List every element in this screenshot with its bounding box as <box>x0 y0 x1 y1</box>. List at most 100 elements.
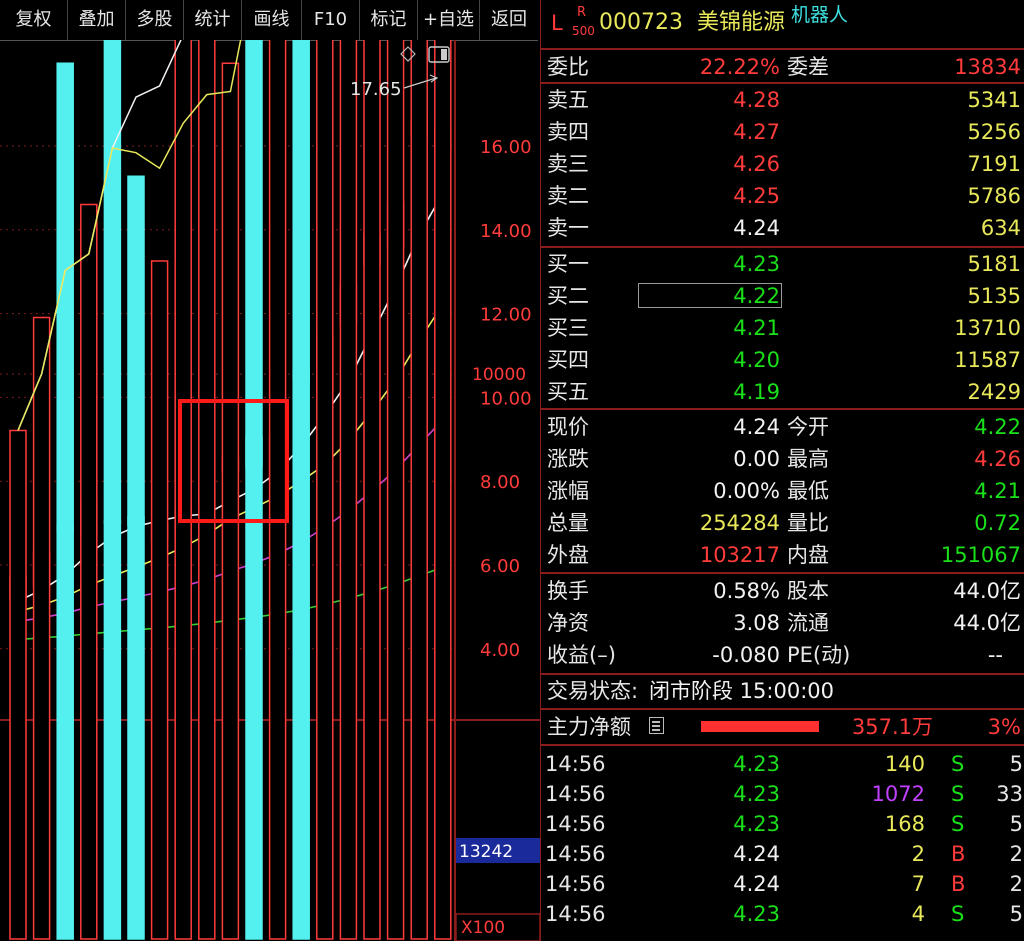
bid-label: 买三 <box>547 316 589 340</box>
tick-volume: 140 <box>884 752 925 776</box>
ask-row[interactable]: 卖二 4.25 5786 <box>541 180 1024 212</box>
tick-side: B <box>951 872 966 896</box>
net-assets-value: 3.08 <box>733 611 780 635</box>
change-label: 涨跌 <box>547 447 589 471</box>
statistics-button[interactable]: 统计 <box>184 0 242 40</box>
tick-time: 14:56 <box>545 782 606 806</box>
bid-row[interactable]: 买四 4.20 11587 <box>541 344 1024 376</box>
tick-volume: 4 <box>911 902 925 926</box>
trade-status-label: 交易状态: <box>547 679 639 703</box>
bid-row[interactable]: 买三 4.21 13710 <box>541 312 1024 344</box>
mark-button[interactable]: 标记 <box>360 0 418 40</box>
ratio-label: 委比 <box>547 55 589 79</box>
back-button[interactable]: 返回 <box>480 0 538 40</box>
capital-flow-label: 主力净额 <box>547 715 631 739</box>
tick-time: 14:56 <box>545 872 606 896</box>
kline-chart[interactable]: 16.00 14.00 12.00 10.00 8.00 6.00 4.00 3000020… <box>0 40 540 941</box>
price-axis-labels: 16.00 14.00 12.00 10.00 8.00 6.00 4.00 <box>480 137 532 661</box>
tick-row: 14:56 4.24 2 B 2 <box>541 839 1024 869</box>
inner-volume-value: 151067 <box>940 543 1021 567</box>
volume-unit-label: X100 <box>461 918 505 938</box>
diff-value: 13834 <box>954 55 1021 79</box>
volume-ratio-value: 0.72 <box>974 511 1021 535</box>
earnings-label: 收益(–) <box>547 643 616 667</box>
ask-price: 4.24 <box>733 216 780 240</box>
volume-bar <box>127 175 145 940</box>
tick-count: 5 <box>1009 812 1023 836</box>
ask-row[interactable]: 卖五 4.28 5341 <box>541 84 1024 116</box>
add-watchlist-button[interactable]: +自选 <box>418 0 480 40</box>
volume-bar <box>56 62 74 940</box>
ask-row[interactable]: 卖一 4.24 634 <box>541 212 1024 244</box>
tick-time: 14:56 <box>545 842 606 866</box>
tick-count: 2 <box>1009 842 1023 866</box>
tick-volume: 1072 <box>871 782 925 806</box>
ask-label: 卖五 <box>547 88 589 112</box>
ask-volume: 7191 <box>967 152 1021 176</box>
tick-price: 4.23 <box>733 782 780 806</box>
turnover-label: 换手 <box>547 579 589 603</box>
multi-stock-button[interactable]: 多股 <box>126 0 184 40</box>
restore-rights-button[interactable]: 复权 <box>0 0 68 40</box>
quote-row: 外盘 103217 内盘 151067 <box>541 539 1024 571</box>
chart-toolbar: 复权 叠加 多股 统计 画线 F10 标记 +自选 返回 <box>0 0 538 41</box>
tick-count: 5 <box>1009 752 1023 776</box>
tick-count: 33 <box>996 782 1023 806</box>
tick-row: 14:56 4.23 1072 S 33 <box>541 779 1024 809</box>
price-tick-label: 6.00 <box>480 556 520 577</box>
overlay-button[interactable]: 叠加 <box>68 0 126 40</box>
quote-row: 涨幅 0.00% 最低 4.21 <box>541 475 1024 507</box>
bid-volume: 5135 <box>967 284 1021 308</box>
tick-volume: 168 <box>884 812 925 836</box>
volume-bar <box>434 40 452 940</box>
capital-flow-row[interactable]: 主力净额 357.1万 3% <box>541 711 1024 743</box>
stock-name: 美锦能源 <box>697 10 786 35</box>
list-icon[interactable] <box>649 717 664 734</box>
ask-label: 卖四 <box>547 120 589 144</box>
tick-side: S <box>951 782 965 806</box>
draw-line-button[interactable]: 画线 <box>242 0 302 40</box>
capital-flow-bar <box>701 721 819 732</box>
outer-volume-value: 103217 <box>699 543 780 567</box>
pe-value: -- <box>987 643 1003 667</box>
volume-axis-labels: 300002000010000 <box>472 365 526 385</box>
ask-volume: 634 <box>980 216 1021 240</box>
concept-tag[interactable]: 机器人 <box>791 0 848 31</box>
volume-tick-label: 10000 <box>472 365 526 385</box>
high-value: 4.26 <box>974 447 1021 471</box>
tick-time: 14:56 <box>545 752 606 776</box>
bid-row[interactable]: 买一 4.23 5181 <box>541 248 1024 280</box>
turnover-value: 0.58% <box>713 579 780 603</box>
volume-bar <box>80 203 98 940</box>
high-price-label: 17.65 <box>350 79 402 100</box>
ask-row[interactable]: 卖四 4.27 5256 <box>541 116 1024 148</box>
f10-button[interactable]: F10 <box>302 0 360 40</box>
ask-price: 4.25 <box>733 184 780 208</box>
fundamental-row: 收益(–) -0.080 PE(动) -- <box>541 639 1024 671</box>
volume-bar <box>410 40 428 940</box>
price-tick-label: 14.00 <box>480 221 532 242</box>
volume-bar <box>363 40 381 940</box>
capital-flow-pct: 3% <box>987 715 1021 739</box>
quote-row: 现价 4.24 今开 4.22 <box>541 411 1024 443</box>
ask-label: 卖三 <box>547 152 589 176</box>
low-label: 最低 <box>787 479 829 503</box>
badge-bottom: 500 <box>572 24 595 38</box>
volume-bar <box>198 40 216 940</box>
ratio-value: 22.22% <box>699 55 780 79</box>
bid-volume: 11587 <box>954 348 1021 372</box>
current-price-value: 4.24 <box>733 415 780 439</box>
volume-bar <box>316 40 334 940</box>
earnings-value: -0.080 <box>712 643 780 667</box>
bid-row[interactable]: 买二 4.22 5135 <box>541 280 1024 312</box>
bid-row[interactable]: 买五 4.19 2429 <box>541 376 1024 408</box>
ask-row[interactable]: 卖三 4.26 7191 <box>541 148 1024 180</box>
inner-volume-label: 内盘 <box>787 543 829 567</box>
tick-volume: 2 <box>911 842 925 866</box>
change-value: 0.00 <box>733 447 780 471</box>
bid-label: 买一 <box>547 252 589 276</box>
outer-volume-label: 外盘 <box>547 543 589 567</box>
tick-price: 4.24 <box>733 872 780 896</box>
fundamental-row: 净资 3.08 流通 44.0亿 <box>541 607 1024 639</box>
order-ratio-row: 委比 22.22% 委差 13834 <box>541 51 1024 83</box>
